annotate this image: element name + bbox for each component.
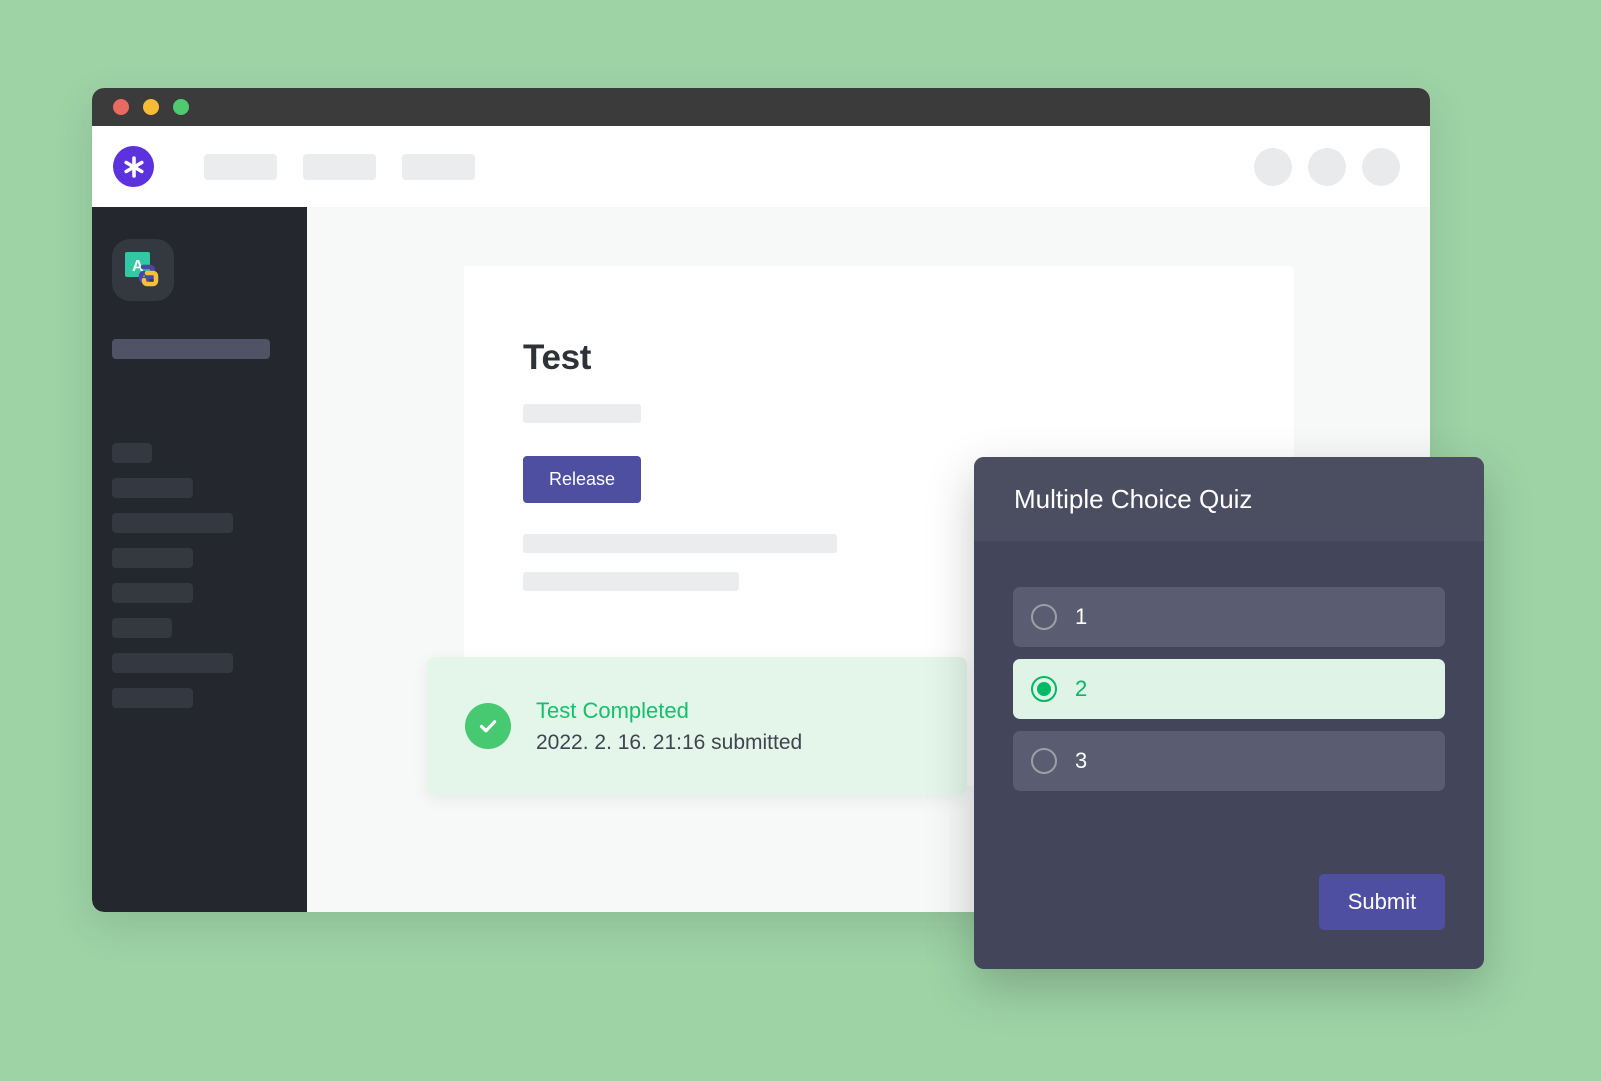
quiz-option-label-1: 1 bbox=[1075, 604, 1088, 629]
radio-button-icon-1[interactable] bbox=[1031, 604, 1057, 630]
nav-links bbox=[204, 153, 475, 180]
nav-item-placeholder-3[interactable] bbox=[402, 153, 475, 180]
quiz-options-list: 1 2 3 bbox=[974, 541, 1484, 791]
quiz-modal-header: Multiple Choice Quiz bbox=[974, 457, 1484, 541]
sidebar-item-5[interactable] bbox=[112, 583, 193, 603]
sidebar-title-placeholder bbox=[112, 339, 270, 359]
maximize-window-icon[interactable] bbox=[173, 99, 189, 115]
quiz-option-label-3: 3 bbox=[1075, 748, 1088, 773]
banner-submitted-timestamp: 2022. 2. 16. 21:16 submitted bbox=[536, 730, 803, 754]
quiz-option-3[interactable]: 3 bbox=[1013, 731, 1445, 791]
quiz-modal-footer: Submit bbox=[974, 874, 1484, 969]
sidebar-menu bbox=[112, 443, 307, 708]
radio-button-icon-3[interactable] bbox=[1031, 748, 1057, 774]
sidebar-item-6[interactable] bbox=[112, 618, 172, 638]
asterisk-logo-icon[interactable] bbox=[113, 146, 154, 187]
sidebar: A bbox=[92, 207, 307, 912]
page-title: Test bbox=[523, 338, 592, 377]
check-circle-icon bbox=[465, 703, 511, 749]
sidebar-item-4[interactable] bbox=[112, 548, 193, 568]
banner-text-block: Test Completed 2022. 2. 16. 21:16 submit… bbox=[536, 698, 802, 755]
top-navigation-bar bbox=[92, 126, 1430, 207]
python-course-icon[interactable]: A bbox=[112, 239, 174, 301]
close-window-icon[interactable] bbox=[113, 99, 129, 115]
release-button[interactable]: Release bbox=[523, 456, 641, 503]
body-placeholder-1 bbox=[523, 534, 837, 553]
quiz-option-label-2: 2 bbox=[1075, 676, 1088, 701]
nav-actions bbox=[1254, 147, 1400, 186]
banner-title: Test Completed bbox=[536, 697, 689, 723]
sidebar-item-7[interactable] bbox=[112, 653, 233, 673]
radio-button-icon-2[interactable] bbox=[1031, 676, 1057, 702]
sidebar-item-8[interactable] bbox=[112, 688, 193, 708]
quiz-title: Multiple Choice Quiz bbox=[1014, 483, 1253, 514]
quiz-option-1[interactable]: 1 bbox=[1013, 587, 1445, 647]
quiz-option-2[interactable]: 2 bbox=[1013, 659, 1445, 719]
nav-avatar-3[interactable] bbox=[1362, 147, 1400, 186]
sidebar-item-2[interactable] bbox=[112, 478, 193, 498]
test-completed-banner: Test Completed 2022. 2. 16. 21:16 submit… bbox=[427, 657, 967, 795]
submit-button[interactable]: Submit bbox=[1319, 874, 1445, 930]
sidebar-item-1[interactable] bbox=[112, 443, 152, 463]
subtitle-placeholder bbox=[523, 404, 641, 423]
window-titlebar bbox=[92, 88, 1430, 126]
nav-avatar-2[interactable] bbox=[1308, 147, 1346, 186]
nav-avatar-1[interactable] bbox=[1254, 147, 1292, 186]
nav-item-placeholder-2[interactable] bbox=[303, 153, 376, 180]
sidebar-item-3[interactable] bbox=[112, 513, 233, 533]
minimize-window-icon[interactable] bbox=[143, 99, 159, 115]
body-placeholder-2 bbox=[523, 572, 739, 591]
nav-item-placeholder-1[interactable] bbox=[204, 153, 277, 180]
multiple-choice-quiz-modal: Multiple Choice Quiz 1 2 3 Submit bbox=[974, 457, 1484, 969]
